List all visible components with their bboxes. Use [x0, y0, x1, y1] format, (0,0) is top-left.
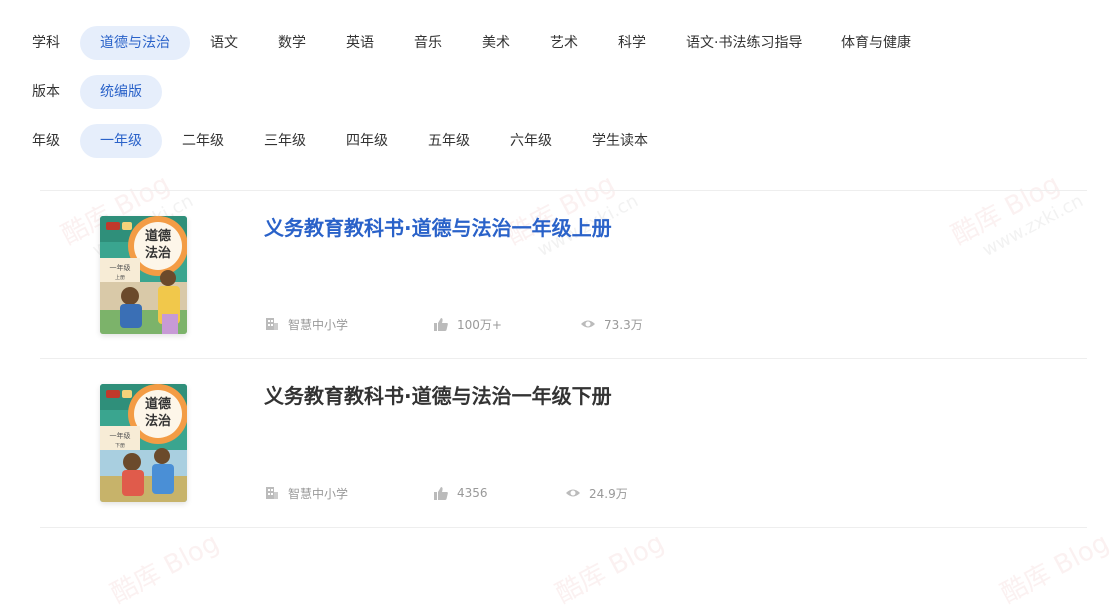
- book-card[interactable]: 道德 法治 一年级 下册 义务教育教科书·道德与法治一年级下册 智慧中小学 43…: [40, 358, 1087, 526]
- likes-count: 4356: [457, 486, 488, 500]
- cover-title-bottom: 法治: [145, 245, 171, 261]
- thumbs-up-icon: [433, 485, 449, 501]
- edition-filter-label: 版本: [32, 84, 60, 100]
- publisher-name: 智慧中小学: [288, 486, 349, 501]
- subject-chip-yingyu[interactable]: 英语: [326, 26, 394, 60]
- watermark: 酷库 Blog: [551, 527, 670, 610]
- grade-chip-4[interactable]: 四年级: [326, 124, 408, 158]
- views-count: 24.9万: [589, 486, 628, 501]
- subject-filter-label: 学科: [32, 35, 60, 51]
- subject-chip-tiyu[interactable]: 体育与健康: [821, 26, 931, 60]
- publisher-meta: 智慧中小学: [264, 314, 348, 334]
- subject-chip-meishu[interactable]: 美术: [462, 26, 530, 60]
- grade-chip-5[interactable]: 五年级: [408, 124, 490, 158]
- subject-chip-shufa[interactable]: 语文·书法练习指导: [666, 26, 822, 60]
- cover-volume: 下册: [115, 443, 125, 449]
- views-meta: 73.3万: [580, 314, 643, 334]
- watermark: 酷库 Blog: [996, 527, 1115, 610]
- building-icon: [264, 485, 280, 501]
- watermark: 酷库 Blog: [106, 527, 225, 610]
- building-icon: [264, 316, 280, 332]
- thumbs-up-icon: [433, 316, 449, 332]
- book-title-link[interactable]: 义务教育教科书·道德与法治一年级下册: [264, 380, 612, 409]
- cover-grade: 一年级: [110, 431, 131, 440]
- subject-chip-kexue[interactable]: 科学: [598, 26, 666, 60]
- subject-chip-yinyue[interactable]: 音乐: [394, 26, 462, 60]
- subject-chip-yuwen[interactable]: 语文: [190, 26, 258, 60]
- cover-grade: 一年级: [110, 263, 131, 272]
- edition-chip-tongbian[interactable]: 统编版: [80, 75, 162, 109]
- cover-volume: 上册: [115, 274, 125, 281]
- list-divider: [40, 527, 1087, 528]
- subject-chip-shuxue[interactable]: 数学: [258, 26, 326, 60]
- eye-icon: [580, 316, 596, 332]
- grade-chip-reader[interactable]: 学生读本: [572, 124, 668, 158]
- grade-filter-label: 年级: [32, 133, 60, 149]
- book-card[interactable]: 道德 法治 一年级 上册 义务教育教科书·道德与法治一年级上册 智慧中小学 10…: [40, 190, 1087, 358]
- grade-chip-1[interactable]: 一年级: [80, 124, 162, 158]
- book-cover-image[interactable]: 道德 法治 一年级 上册: [100, 216, 187, 334]
- publisher-name: 智慧中小学: [288, 317, 349, 332]
- subject-chip-yishu[interactable]: 艺术: [530, 26, 598, 60]
- cover-title-top: 道德: [145, 396, 171, 412]
- likes-meta: 4356: [433, 483, 488, 503]
- eye-icon: [565, 485, 581, 501]
- grade-chip-3[interactable]: 三年级: [244, 124, 326, 158]
- subject-chip-daode[interactable]: 道德与法治: [80, 26, 190, 60]
- views-count: 73.3万: [604, 317, 643, 332]
- publisher-meta: 智慧中小学: [264, 483, 348, 503]
- grade-chip-6[interactable]: 六年级: [490, 124, 572, 158]
- cover-title-bottom: 法治: [145, 413, 171, 429]
- grade-chip-2[interactable]: 二年级: [162, 124, 244, 158]
- likes-count: 100万+: [457, 317, 502, 332]
- cover-title-top: 道德: [145, 228, 171, 244]
- book-cover-image[interactable]: 道德 法治 一年级 下册: [100, 384, 187, 502]
- likes-meta: 100万+: [433, 314, 502, 334]
- views-meta: 24.9万: [565, 483, 628, 503]
- book-title-link[interactable]: 义务教育教科书·道德与法治一年级上册: [264, 212, 612, 241]
